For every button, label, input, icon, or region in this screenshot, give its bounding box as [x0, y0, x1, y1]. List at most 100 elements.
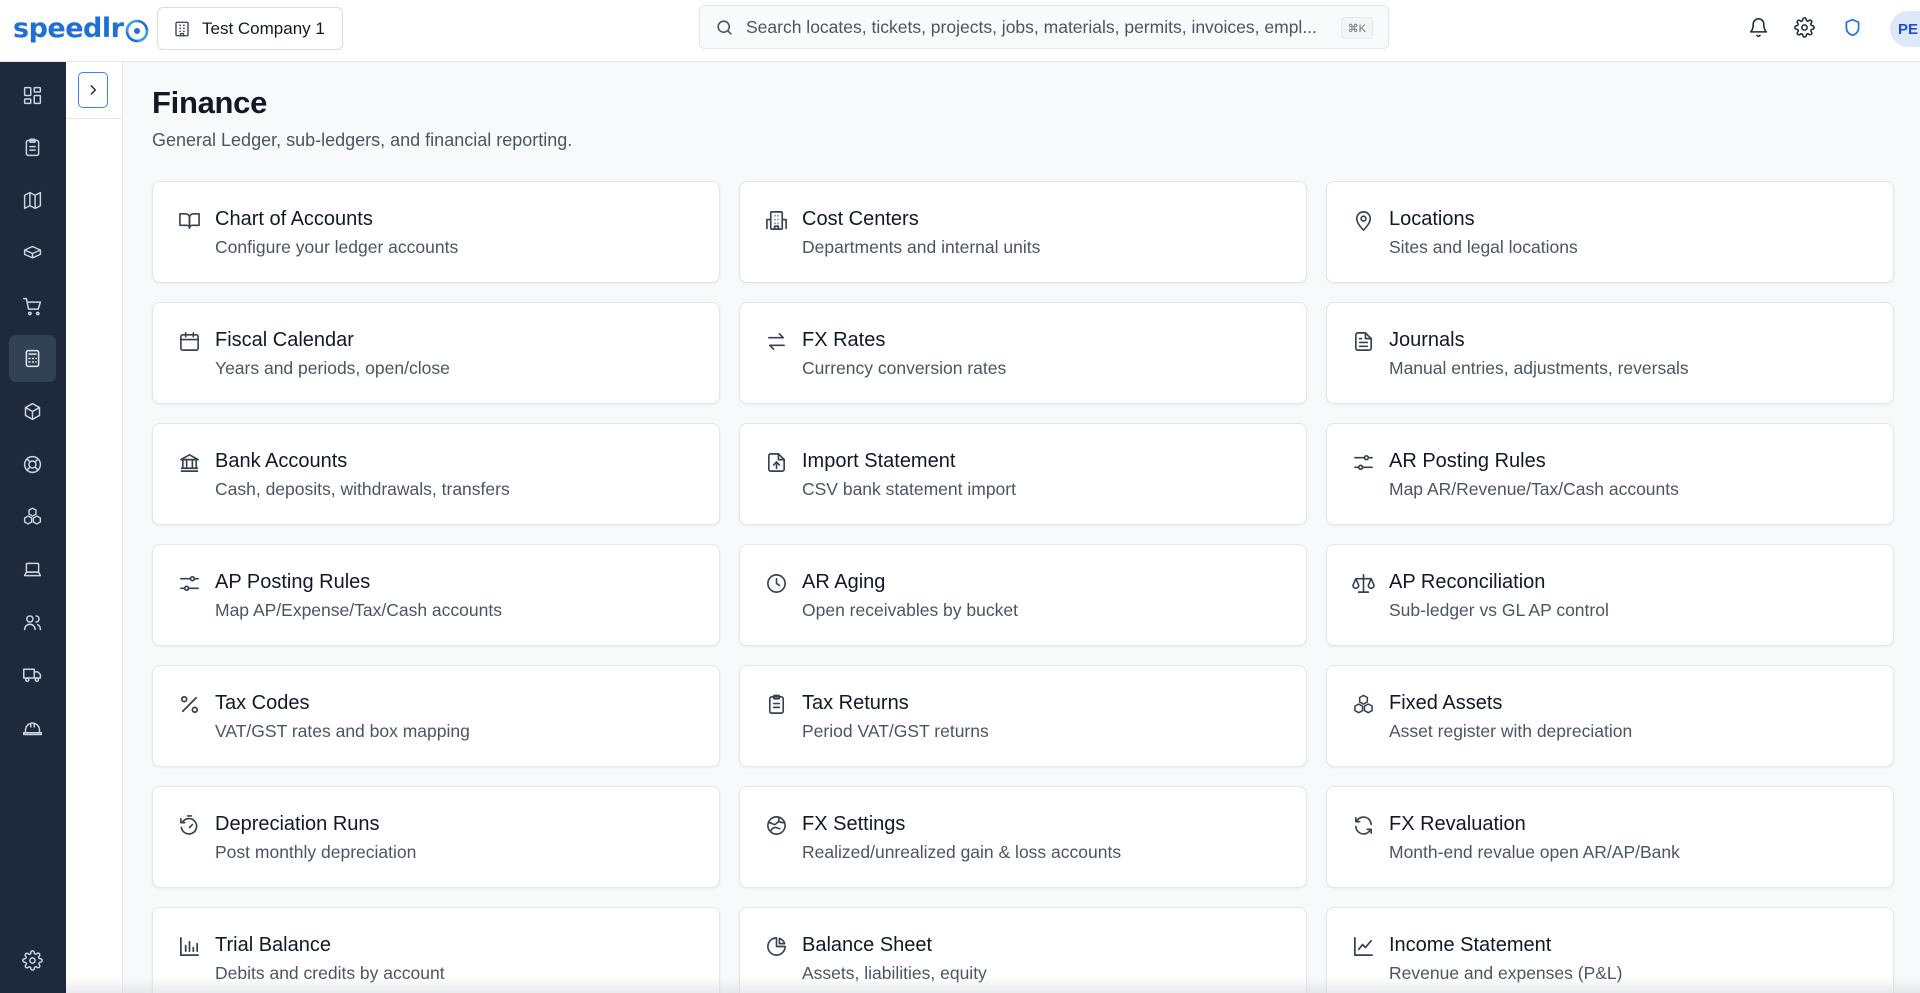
line-chart-icon: [1351, 934, 1375, 958]
card-title: Fixed Assets: [1389, 692, 1503, 714]
building-icon: [764, 208, 788, 232]
page-subtitle: General Ledger, sub-ledgers, and financi…: [152, 130, 573, 150]
card-description: Sites and legal locations: [1389, 237, 1578, 257]
card-title: AR Aging: [802, 571, 886, 593]
card-fx-settings[interactable]: FX Settings Realized/unrealized gain & l…: [739, 786, 1307, 888]
card-description: Assets, liabilities, equity: [802, 963, 987, 983]
hard-hat-icon: [23, 722, 42, 736]
clock-icon: [764, 571, 788, 595]
laptop-icon: [23, 562, 42, 577]
card-title: AR Posting Rules: [1389, 450, 1546, 472]
card-fiscal-calendar[interactable]: Fiscal Calendar Years and periods, open/…: [152, 302, 720, 404]
security-button[interactable]: [1840, 15, 1864, 39]
finance-module-grid: Chart of Accounts Configure your ledger …: [152, 181, 1897, 993]
card-description: Map AP/Expense/Tax/Cash accounts: [215, 600, 502, 620]
card-description: CSV bank statement import: [802, 479, 1016, 499]
card-bank-accounts[interactable]: Bank Accounts Cash, deposits, withdrawal…: [152, 423, 720, 525]
refresh-icon: [1351, 813, 1375, 837]
rail-item-support[interactable]: [9, 441, 56, 488]
rail-item-people[interactable]: [9, 599, 56, 646]
app-logo[interactable]: speedlr: [13, 12, 150, 44]
global-search[interactable]: ⌘K: [699, 5, 1389, 49]
card-title: Chart of Accounts: [215, 208, 373, 230]
gear-icon: [1793, 16, 1815, 38]
top-bar: speedlr Test Company 1 ⌘K: [0, 0, 1920, 62]
gear-icon: [22, 950, 43, 971]
card-chart-of-accounts[interactable]: Chart of Accounts Configure your ledger …: [152, 181, 720, 283]
company-switcher[interactable]: Test Company 1: [157, 7, 343, 50]
card-depreciation-runs[interactable]: Depreciation Runs Post monthly depreciat…: [152, 786, 720, 888]
rail-item-finance[interactable]: [9, 335, 56, 382]
sliders-icon: [1351, 450, 1375, 474]
clipboard-list-icon: [764, 692, 788, 716]
settings-button[interactable]: [1792, 15, 1816, 39]
rail-item-dashboard[interactable]: [9, 72, 56, 119]
card-title: Locations: [1389, 208, 1475, 230]
card-description: Cash, deposits, withdrawals, transfers: [215, 479, 510, 499]
building-icon: [175, 21, 189, 36]
notifications-button[interactable]: [1746, 15, 1770, 39]
card-fx-rates[interactable]: FX Rates Currency conversion rates: [739, 302, 1307, 404]
bank-icon: [177, 450, 201, 474]
file-text-icon: [1351, 329, 1375, 353]
rail-item-tickets[interactable]: [9, 124, 56, 171]
card-income-statement[interactable]: Income Statement Revenue and expenses (P…: [1326, 907, 1894, 993]
card-title: FX Revaluation: [1389, 813, 1526, 835]
card-cost-centers[interactable]: Cost Centers Departments and internal un…: [739, 181, 1307, 283]
card-description: Revenue and expenses (P&L): [1389, 963, 1623, 983]
card-title: FX Settings: [802, 813, 906, 835]
globe-icon: [764, 813, 788, 837]
rail-item-locates[interactable]: [9, 230, 56, 277]
card-import-statement[interactable]: Import Statement CSV bank statement impo…: [739, 423, 1307, 525]
rail-item-devices[interactable]: [9, 546, 56, 593]
card-title: Income Statement: [1389, 934, 1552, 956]
logo-swirl-icon: [126, 19, 149, 43]
card-title: AP Reconciliation: [1389, 571, 1546, 593]
rail-item-assets[interactable]: [9, 493, 56, 540]
calendar-icon: [177, 329, 201, 353]
rail-item-purchasing[interactable]: [9, 283, 56, 330]
card-ap-posting-rules[interactable]: AP Posting Rules Map AP/Expense/Tax/Cash…: [152, 544, 720, 646]
card-title: AP Posting Rules: [215, 571, 371, 593]
card-description: Years and periods, open/close: [215, 358, 450, 378]
card-title: FX Rates: [802, 329, 886, 351]
lifebuoy-icon: [23, 455, 42, 474]
card-trial-balance[interactable]: Trial Balance Debits and credits by acco…: [152, 907, 720, 993]
calculator-icon: [25, 349, 40, 368]
card-description: Sub-ledger vs GL AP control: [1389, 600, 1609, 620]
rail-item-map[interactable]: [9, 177, 56, 224]
card-locations[interactable]: Locations Sites and legal locations: [1326, 181, 1894, 283]
card-ap-reconciliation[interactable]: AP Reconciliation Sub-ledger vs GL AP co…: [1326, 544, 1894, 646]
card-title: Balance Sheet: [802, 934, 933, 956]
card-ar-posting-rules[interactable]: AR Posting Rules Map AR/Revenue/Tax/Cash…: [1326, 423, 1894, 525]
card-fixed-assets[interactable]: Fixed Assets Asset register with depreci…: [1326, 665, 1894, 767]
user-avatar[interactable]: PE: [1890, 11, 1920, 47]
card-ar-aging[interactable]: AR Aging Open receivables by bucket: [739, 544, 1307, 646]
card-balance-sheet[interactable]: Balance Sheet Assets, liabilities, equit…: [739, 907, 1307, 993]
rail-item-fleet[interactable]: [9, 651, 56, 698]
card-tax-returns[interactable]: Tax Returns Period VAT/GST returns: [739, 665, 1307, 767]
boxes-icon: [1351, 692, 1375, 716]
card-tax-codes[interactable]: Tax Codes VAT/GST rates and box mapping: [152, 665, 720, 767]
users-icon: [23, 615, 42, 631]
search-input[interactable]: [746, 16, 1326, 38]
card-fx-revaluation[interactable]: FX Revaluation Month-end revalue open AR…: [1326, 786, 1894, 888]
company-name: Test Company 1: [202, 18, 325, 38]
pie-chart-icon: [764, 934, 788, 958]
card-description: Currency conversion rates: [802, 358, 1007, 378]
rail-item-safety[interactable]: [9, 704, 56, 751]
bell-icon: [1749, 17, 1767, 37]
expand-panel-button[interactable]: [78, 72, 108, 108]
logo-text: speedlr: [13, 12, 124, 44]
left-rail-nav: [0, 62, 66, 993]
boxes-icon: [23, 507, 42, 525]
secondary-nav-panel: [66, 62, 123, 993]
card-title: Trial Balance: [215, 934, 331, 956]
card-description: Configure your ledger accounts: [215, 237, 459, 257]
card-title: Depreciation Runs: [215, 813, 380, 835]
rail-item-inventory[interactable]: [9, 388, 56, 435]
card-title: Journals: [1389, 329, 1465, 351]
card-title: Bank Accounts: [215, 450, 348, 472]
card-journals[interactable]: Journals Manual entries, adjustments, re…: [1326, 302, 1894, 404]
rail-item-settings[interactable]: [9, 937, 56, 984]
